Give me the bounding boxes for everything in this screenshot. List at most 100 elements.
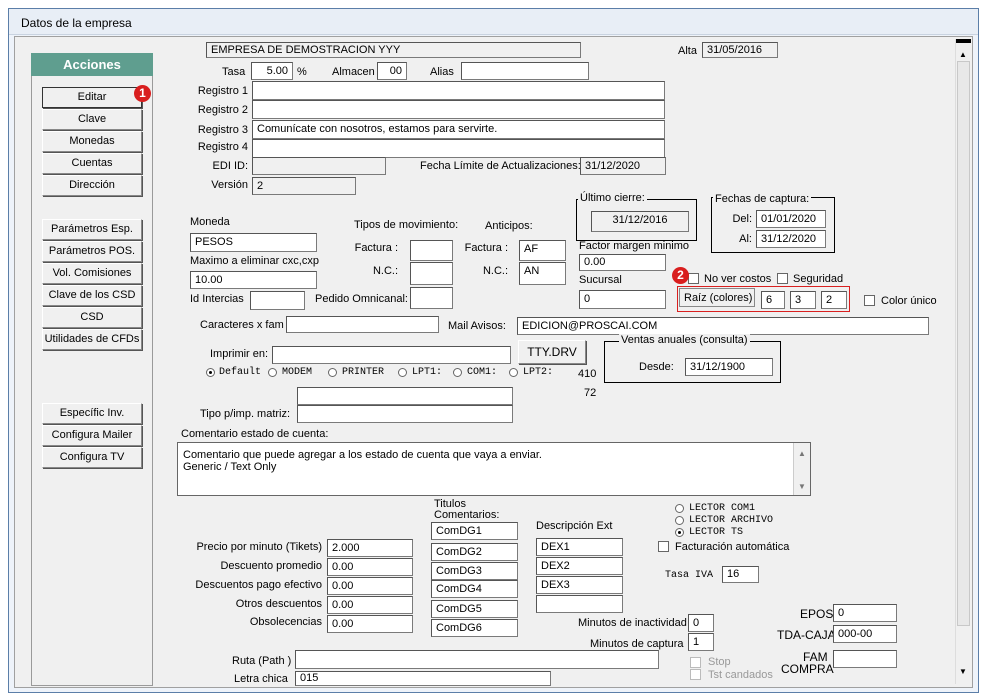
- tipos-nc-label: N.C.:: [372, 265, 398, 277]
- radio-printer[interactable]: [328, 368, 337, 377]
- tty-drv-button[interactable]: TTY.DRV: [518, 340, 586, 364]
- radio-lpt2[interactable]: [509, 368, 518, 377]
- registro-1-field[interactable]: [252, 81, 665, 100]
- edi-field[interactable]: [252, 157, 386, 175]
- tasa-iva-field[interactable]: 16: [722, 566, 759, 583]
- parametros-esp-button[interactable]: Parámetros Esp.: [42, 219, 142, 240]
- ultimo-cierre-field[interactable]: 31/12/2016: [591, 211, 689, 232]
- dex4-field[interactable]: [536, 595, 623, 613]
- radio-lpt1[interactable]: [398, 368, 407, 377]
- pedido-omnicanal-field[interactable]: [410, 287, 453, 309]
- radio-lector-ts[interactable]: [675, 528, 684, 537]
- registro-4-field[interactable]: [252, 139, 665, 158]
- tst-candados-checkbox[interactable]: [690, 669, 701, 680]
- dex1-field[interactable]: DEX1: [536, 538, 623, 556]
- raiz-color-1[interactable]: 6: [761, 291, 785, 309]
- tasa-field[interactable]: 5.00: [251, 62, 293, 80]
- version-field[interactable]: 2: [252, 177, 356, 195]
- seguridad-checkbox[interactable]: [777, 273, 788, 284]
- radio-lector-com1[interactable]: [675, 504, 684, 513]
- obsolecencias-field[interactable]: 0.00: [327, 615, 413, 633]
- comdg2-field[interactable]: ComDG2: [431, 543, 518, 561]
- sucursal-label: Sucursal: [579, 274, 622, 286]
- tipo-matriz-field[interactable]: [297, 405, 513, 423]
- caracteres-fam-field[interactable]: [286, 316, 439, 333]
- raiz-color-3[interactable]: 2: [821, 291, 847, 309]
- color-unico-checkbox[interactable]: [864, 295, 875, 306]
- letra-chica-field[interactable]: 015: [295, 671, 551, 686]
- especific-inv-button[interactable]: Específic Inv.: [42, 403, 142, 424]
- alta-field[interactable]: 31/05/2016: [702, 42, 778, 58]
- desde-field[interactable]: 31/12/1900: [685, 358, 773, 376]
- comdg4-field[interactable]: ComDG4: [431, 580, 518, 598]
- del-field[interactable]: 01/01/2020: [756, 210, 826, 228]
- precio-minuto-field[interactable]: 2.000: [327, 539, 413, 557]
- clave-csd-button[interactable]: Clave de los CSD: [42, 285, 142, 306]
- anticipos-factura-field[interactable]: AF: [519, 240, 566, 261]
- scroll-thumb[interactable]: [957, 61, 970, 626]
- vol-comisiones-button[interactable]: Vol. Comisiones: [42, 263, 142, 284]
- fam-compra-field[interactable]: [833, 650, 897, 668]
- id-intercias-field[interactable]: [250, 291, 305, 310]
- registro-3-field[interactable]: Comunícate con nosotros, estamos para se…: [252, 120, 665, 139]
- no-ver-costos-checkbox[interactable]: [688, 273, 699, 284]
- sucursal-field[interactable]: 0: [579, 290, 666, 309]
- radio-com1[interactable]: [453, 368, 462, 377]
- comdg6-field[interactable]: ComDG6: [431, 619, 518, 637]
- parametros-pos-button[interactable]: Parámetros POS.: [42, 241, 142, 262]
- alias-field[interactable]: [461, 62, 589, 80]
- scroll-down-arrow-icon[interactable]: ▼: [959, 667, 967, 676]
- minutos-inactividad-field[interactable]: 0: [688, 614, 714, 632]
- ruta-field[interactable]: [295, 650, 659, 669]
- mail-avisos-field[interactable]: EDICION@PROSCAI.COM: [517, 317, 929, 335]
- alta-label: Alta: [678, 45, 697, 57]
- imprimir-extra-field[interactable]: [297, 387, 513, 405]
- radio-lector-archivo[interactable]: [675, 516, 684, 525]
- tipos-nc-field[interactable]: [410, 262, 453, 285]
- csd-button[interactable]: CSD: [42, 307, 142, 328]
- badge-one: 1: [134, 85, 151, 102]
- al-field[interactable]: 31/12/2020: [756, 230, 826, 248]
- comdg1-field[interactable]: ComDG1: [431, 522, 518, 540]
- scroll-up-icon[interactable]: ▲: [798, 449, 806, 458]
- monedas-button[interactable]: Monedas: [42, 131, 142, 152]
- actions-header: Acciones: [31, 53, 153, 76]
- dex2-field[interactable]: DEX2: [536, 557, 623, 575]
- registro-2-field[interactable]: [252, 100, 665, 119]
- fecha-limite-field[interactable]: 31/12/2020: [580, 157, 666, 175]
- scroll-down-icon[interactable]: ▼: [798, 482, 806, 491]
- dex3-field[interactable]: DEX3: [536, 576, 623, 594]
- almacen-field[interactable]: 00: [377, 62, 407, 80]
- factor-margen-field[interactable]: 0.00: [579, 254, 666, 271]
- moneda-field[interactable]: PESOS: [190, 233, 317, 252]
- comdg3-field[interactable]: ComDG3: [431, 562, 518, 580]
- comdg5-field[interactable]: ComDG5: [431, 600, 518, 618]
- minutos-captura-field[interactable]: 1: [688, 633, 714, 651]
- epos-field[interactable]: 0: [833, 604, 897, 622]
- vertical-scrollbar[interactable]: ▲ ▼: [955, 39, 971, 684]
- tda-caja-field[interactable]: 000-00: [833, 625, 897, 643]
- configura-tv-button[interactable]: Configura TV: [42, 447, 142, 468]
- comentario-textarea[interactable]: Comentario que puede agregar a los estad…: [177, 442, 811, 496]
- raiz-color-2[interactable]: 3: [790, 291, 816, 309]
- company-name-field[interactable]: EMPRESA DE DEMOSTRACION YYY: [206, 42, 581, 58]
- tipos-factura-field[interactable]: [410, 240, 453, 261]
- scroll-up-arrow-icon[interactable]: ▲: [959, 50, 967, 59]
- imprimir-field[interactable]: [272, 346, 511, 364]
- clave-button[interactable]: Clave: [42, 109, 142, 130]
- direccion-button[interactable]: Dirección: [42, 175, 142, 196]
- anticipos-nc-field[interactable]: AN: [519, 262, 566, 285]
- maximo-field[interactable]: 10.00: [190, 271, 317, 289]
- editar-button[interactable]: Editar: [42, 87, 142, 108]
- facturacion-auto-checkbox[interactable]: [658, 541, 669, 552]
- otros-descuentos-field[interactable]: 0.00: [327, 596, 413, 614]
- cuentas-button[interactable]: Cuentas: [42, 153, 142, 174]
- utilidades-cfds-button[interactable]: Utilidades de CFDs: [42, 329, 142, 350]
- radio-default[interactable]: [206, 368, 215, 377]
- configura-mailer-button[interactable]: Configura Mailer: [42, 425, 142, 446]
- descuentos-efectivo-field[interactable]: 0.00: [327, 577, 413, 595]
- descuento-promedio-field[interactable]: 0.00: [327, 558, 413, 576]
- comentario-scrollbar[interactable]: ▲ ▼: [793, 443, 810, 495]
- radio-modem[interactable]: [268, 368, 277, 377]
- stop-checkbox[interactable]: [690, 657, 701, 668]
